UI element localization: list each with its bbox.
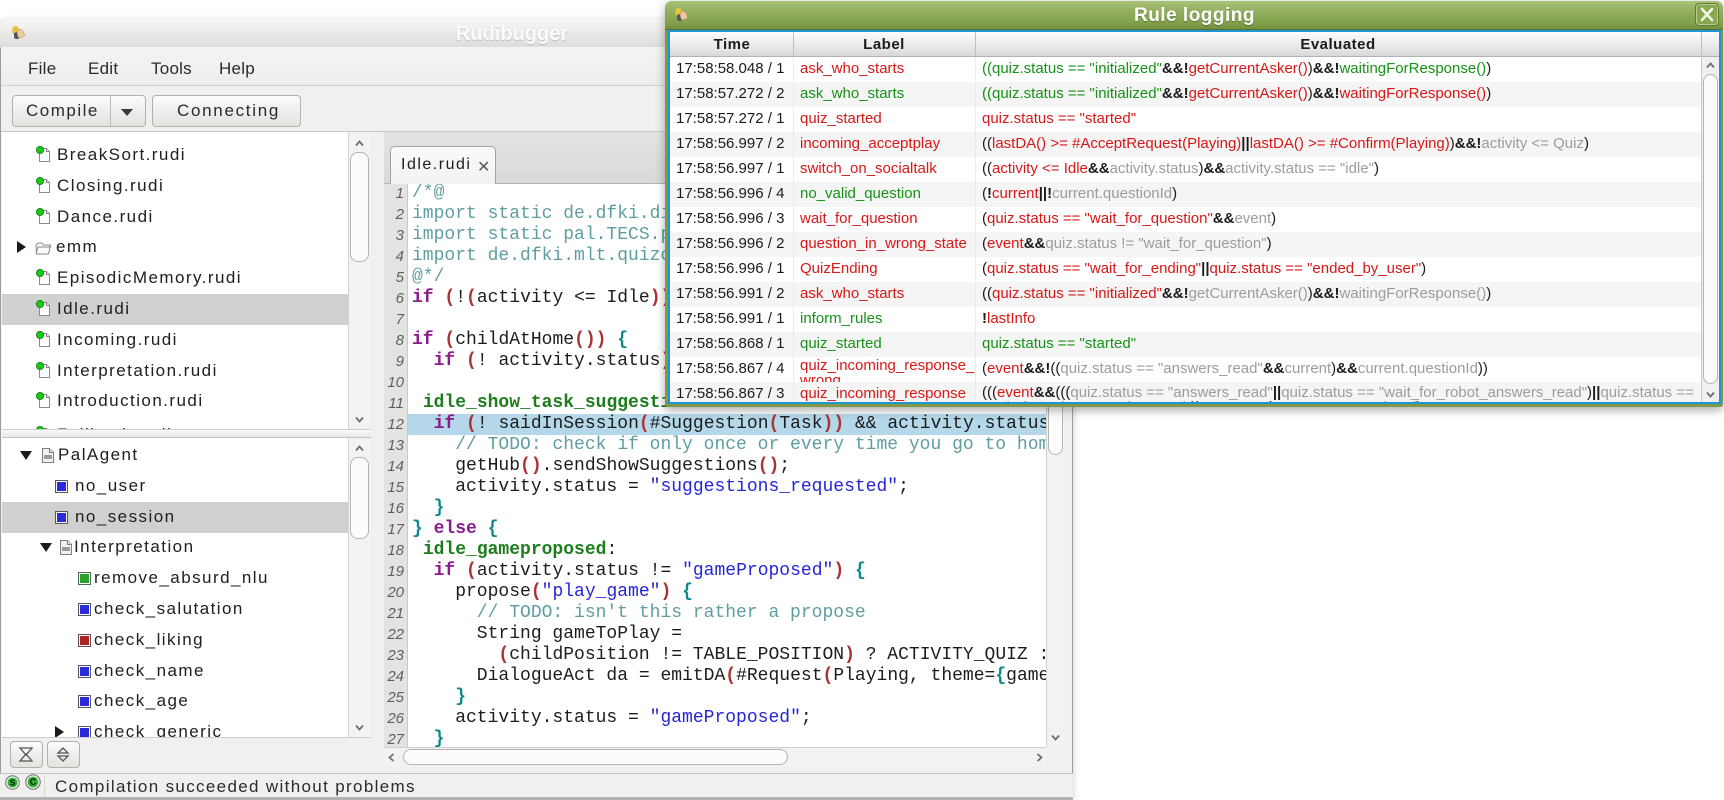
svg-text:C: C [30,777,37,787]
svg-text:S: S [10,778,16,788]
